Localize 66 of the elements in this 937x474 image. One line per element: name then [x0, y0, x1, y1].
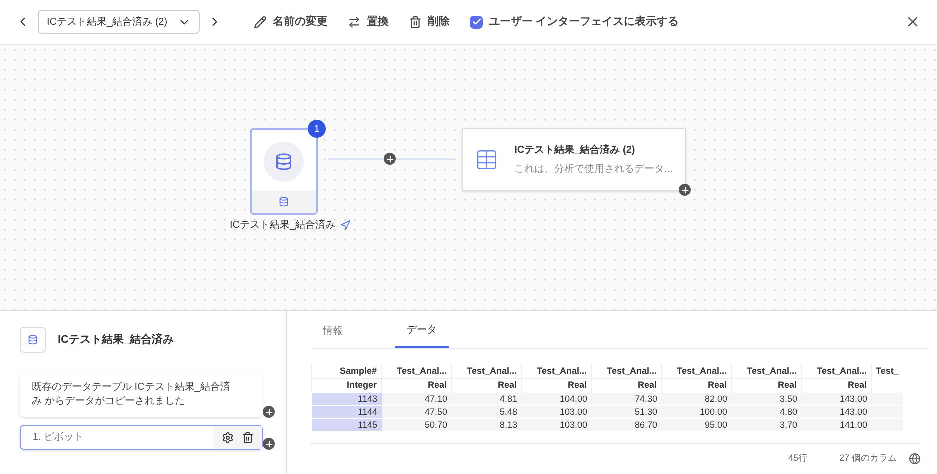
- column-header: Test_Anal...: [732, 365, 802, 378]
- table-cell: 50.70: [382, 418, 452, 431]
- database-icon: [275, 153, 293, 171]
- dataset-select[interactable]: ICテスト結果_結合済み (2): [38, 10, 200, 34]
- table-cell: 8.13: [452, 418, 522, 431]
- add-icon[interactable]: [679, 184, 691, 196]
- step-count-badge: 1: [308, 120, 326, 138]
- row-count: 45行: [788, 452, 808, 465]
- node-label: ICテスト結果_結合済み: [230, 218, 336, 233]
- column-header: Test_Anal...: [452, 365, 522, 378]
- step-label: 1. ピボット: [32, 431, 86, 445]
- column-header: Test_Anal...: [802, 365, 872, 378]
- database-icon: [28, 335, 38, 345]
- settings-icon[interactable]: [222, 432, 234, 444]
- table-cell: 47.10: [382, 392, 452, 406]
- step-item[interactable]: 1. ピボット: [20, 425, 263, 450]
- table-cell: 1145: [312, 418, 382, 431]
- table-cell: 51.30: [592, 406, 662, 418]
- table-cell: 143.00: [802, 392, 872, 406]
- delete-icon[interactable]: [242, 432, 254, 444]
- node-description: これは、分析で使用されるデータ...: [514, 162, 673, 176]
- add-icon[interactable]: [263, 406, 275, 418]
- table-cell: 95.00: [662, 418, 732, 431]
- table-cell: 74.30: [592, 392, 662, 406]
- table-cell: 1143: [312, 392, 382, 406]
- column-header: Test_Anal...: [662, 365, 732, 378]
- table-cell: 86.70: [592, 418, 662, 431]
- table-cell: 103.00: [522, 418, 592, 431]
- table-cell: 5.48: [452, 406, 522, 418]
- tab[interactable]: 情報: [311, 315, 355, 348]
- toolbar-button[interactable]: 名前の変更: [254, 14, 328, 30]
- table-cell: 143.00: [802, 406, 872, 418]
- output-node[interactable]: ICテスト結果_結合済み (2) これは、分析で使用されるデータ...: [462, 128, 686, 191]
- table-cell: 141.00: [802, 418, 872, 431]
- add-icon[interactable]: [384, 153, 396, 165]
- toolbar-button[interactable]: 削除: [409, 14, 450, 30]
- column-header: Test_Anal...: [382, 365, 452, 378]
- check-icon: [472, 17, 482, 27]
- table-cell: 103.00: [522, 406, 592, 418]
- show-in-ui-checkbox[interactable]: ユーザー インターフェイスに表示する: [470, 14, 680, 30]
- step-note: 既存のデータテーブル ICテスト結果_結合済み からデータがコピーされました: [32, 381, 232, 409]
- pencil-icon: [254, 16, 267, 28]
- panel-title: ICテスト結果_結合済み: [58, 332, 174, 348]
- column-header: Test_Anal...: [522, 365, 592, 378]
- column-count: 27 個のカラム: [839, 452, 897, 465]
- swap-icon: [348, 16, 361, 28]
- table-cell: 47.50: [382, 406, 452, 418]
- table-cell: 4.80: [732, 406, 802, 418]
- table-cell: 104.00: [522, 392, 592, 406]
- trash-icon: [409, 16, 422, 28]
- toolbar-button[interactable]: 置換: [348, 14, 389, 30]
- navigate-icon[interactable]: [340, 220, 351, 231]
- table-cell: 100.00: [662, 406, 732, 418]
- tab[interactable]: データ: [395, 315, 449, 348]
- node-title: ICテスト結果_結合済み (2): [514, 143, 636, 158]
- table-cell: 4.81: [452, 392, 522, 406]
- add-icon[interactable]: [263, 438, 275, 450]
- database-icon: [279, 197, 289, 207]
- column-header: Sample#: [312, 365, 382, 378]
- table-cell: 1144: [312, 406, 382, 418]
- table-cell: 82.00: [662, 392, 732, 406]
- column-header: Test_Anal...: [592, 365, 662, 378]
- globe-icon[interactable]: [909, 452, 921, 465]
- table-cell: 3.70: [732, 418, 802, 431]
- table-cell: 3.50: [732, 392, 802, 406]
- column-header: Test_: [872, 365, 903, 378]
